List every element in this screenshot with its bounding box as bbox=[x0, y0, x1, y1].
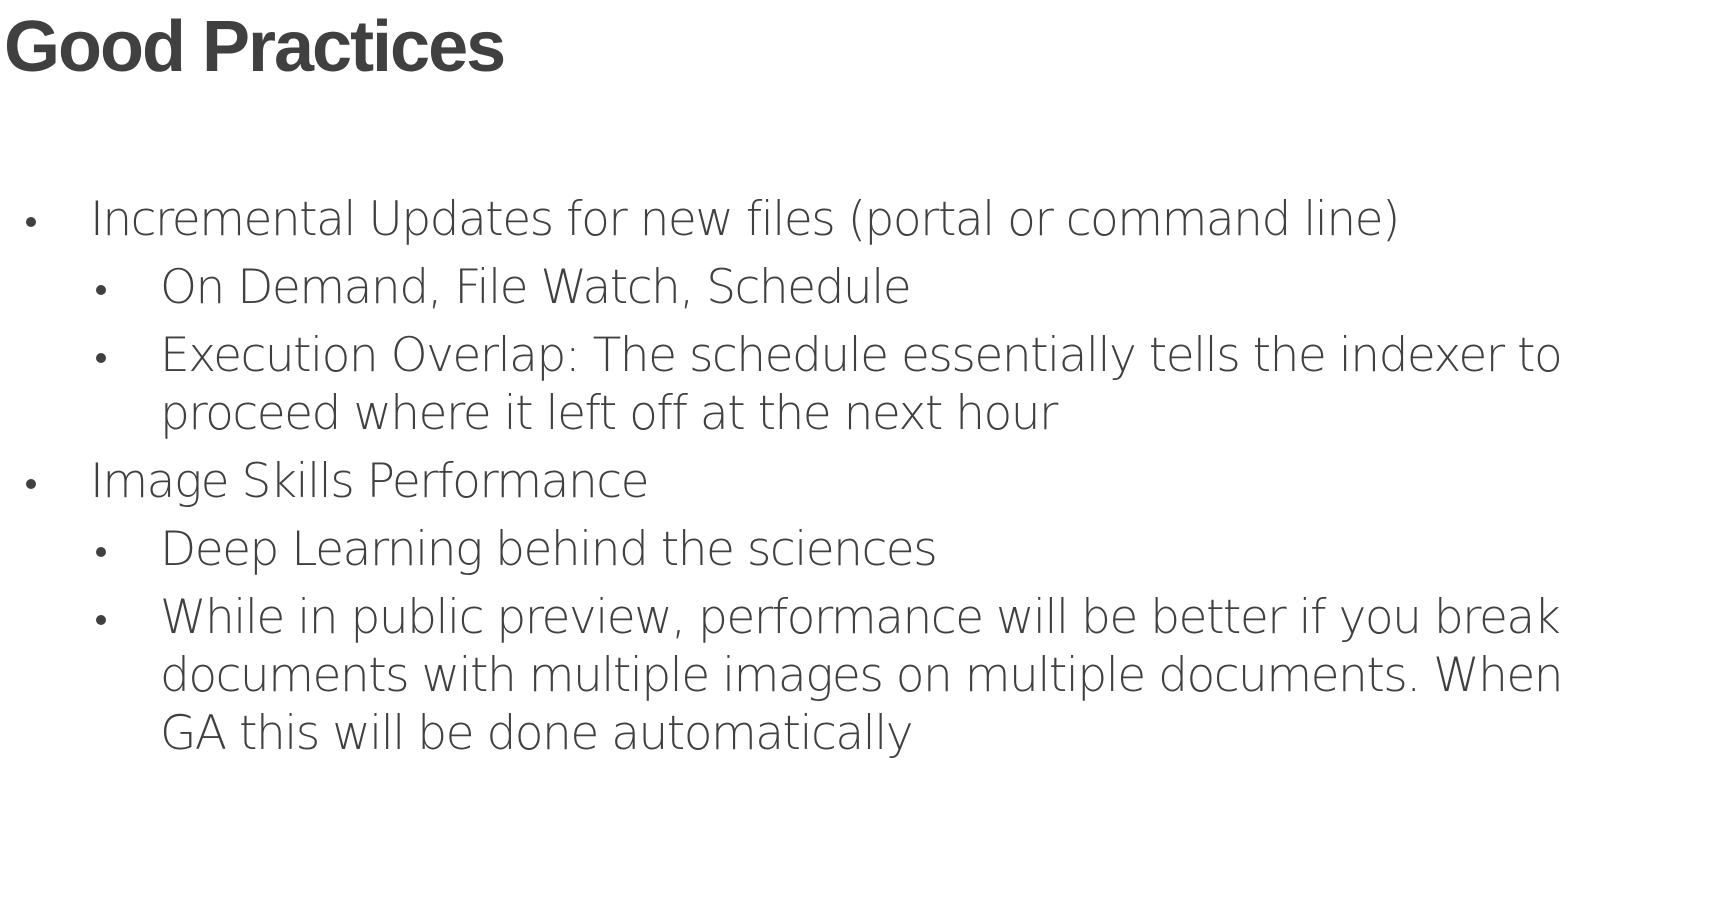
bullet-text: On Demand, File Watch, Schedule bbox=[160, 260, 912, 315]
slide-title: Good Practices bbox=[4, 7, 506, 87]
sub-bullet-on-demand: On Demand, File Watch, Schedule bbox=[0, 259, 1580, 317]
bullet-list: Incremental Updates for new files (porta… bbox=[0, 191, 1660, 773]
slide: Good Practices Incremental Updates for n… bbox=[0, 0, 1715, 912]
sub-bullet-deep-learning: Deep Learning behind the sciences bbox=[0, 521, 1580, 579]
bullet-text: Incremental Updates for new files (porta… bbox=[90, 192, 1400, 247]
bullet-dot-icon bbox=[96, 353, 106, 363]
sub-bullet-public-preview: While in public preview, performance wil… bbox=[0, 589, 1580, 763]
sub-bullet-execution-overlap: Execution Overlap: The schedule essentia… bbox=[0, 327, 1580, 443]
bullet-dot-icon bbox=[26, 217, 36, 227]
bullet-text: While in public preview, performance wil… bbox=[160, 590, 1564, 761]
bullet-text: Execution Overlap: The schedule essentia… bbox=[160, 328, 1563, 441]
bullet-dot-icon bbox=[96, 547, 106, 557]
bullet-text: Deep Learning behind the sciences bbox=[160, 522, 938, 577]
bullet-text: Image Skills Performance bbox=[90, 454, 650, 509]
bullet-incremental-updates: Incremental Updates for new files (porta… bbox=[0, 191, 1660, 249]
bullet-dot-icon bbox=[96, 285, 106, 295]
bullet-dot-icon bbox=[26, 479, 36, 489]
bullet-dot-icon bbox=[96, 615, 106, 625]
bullet-image-skills: Image Skills Performance bbox=[0, 453, 1660, 511]
